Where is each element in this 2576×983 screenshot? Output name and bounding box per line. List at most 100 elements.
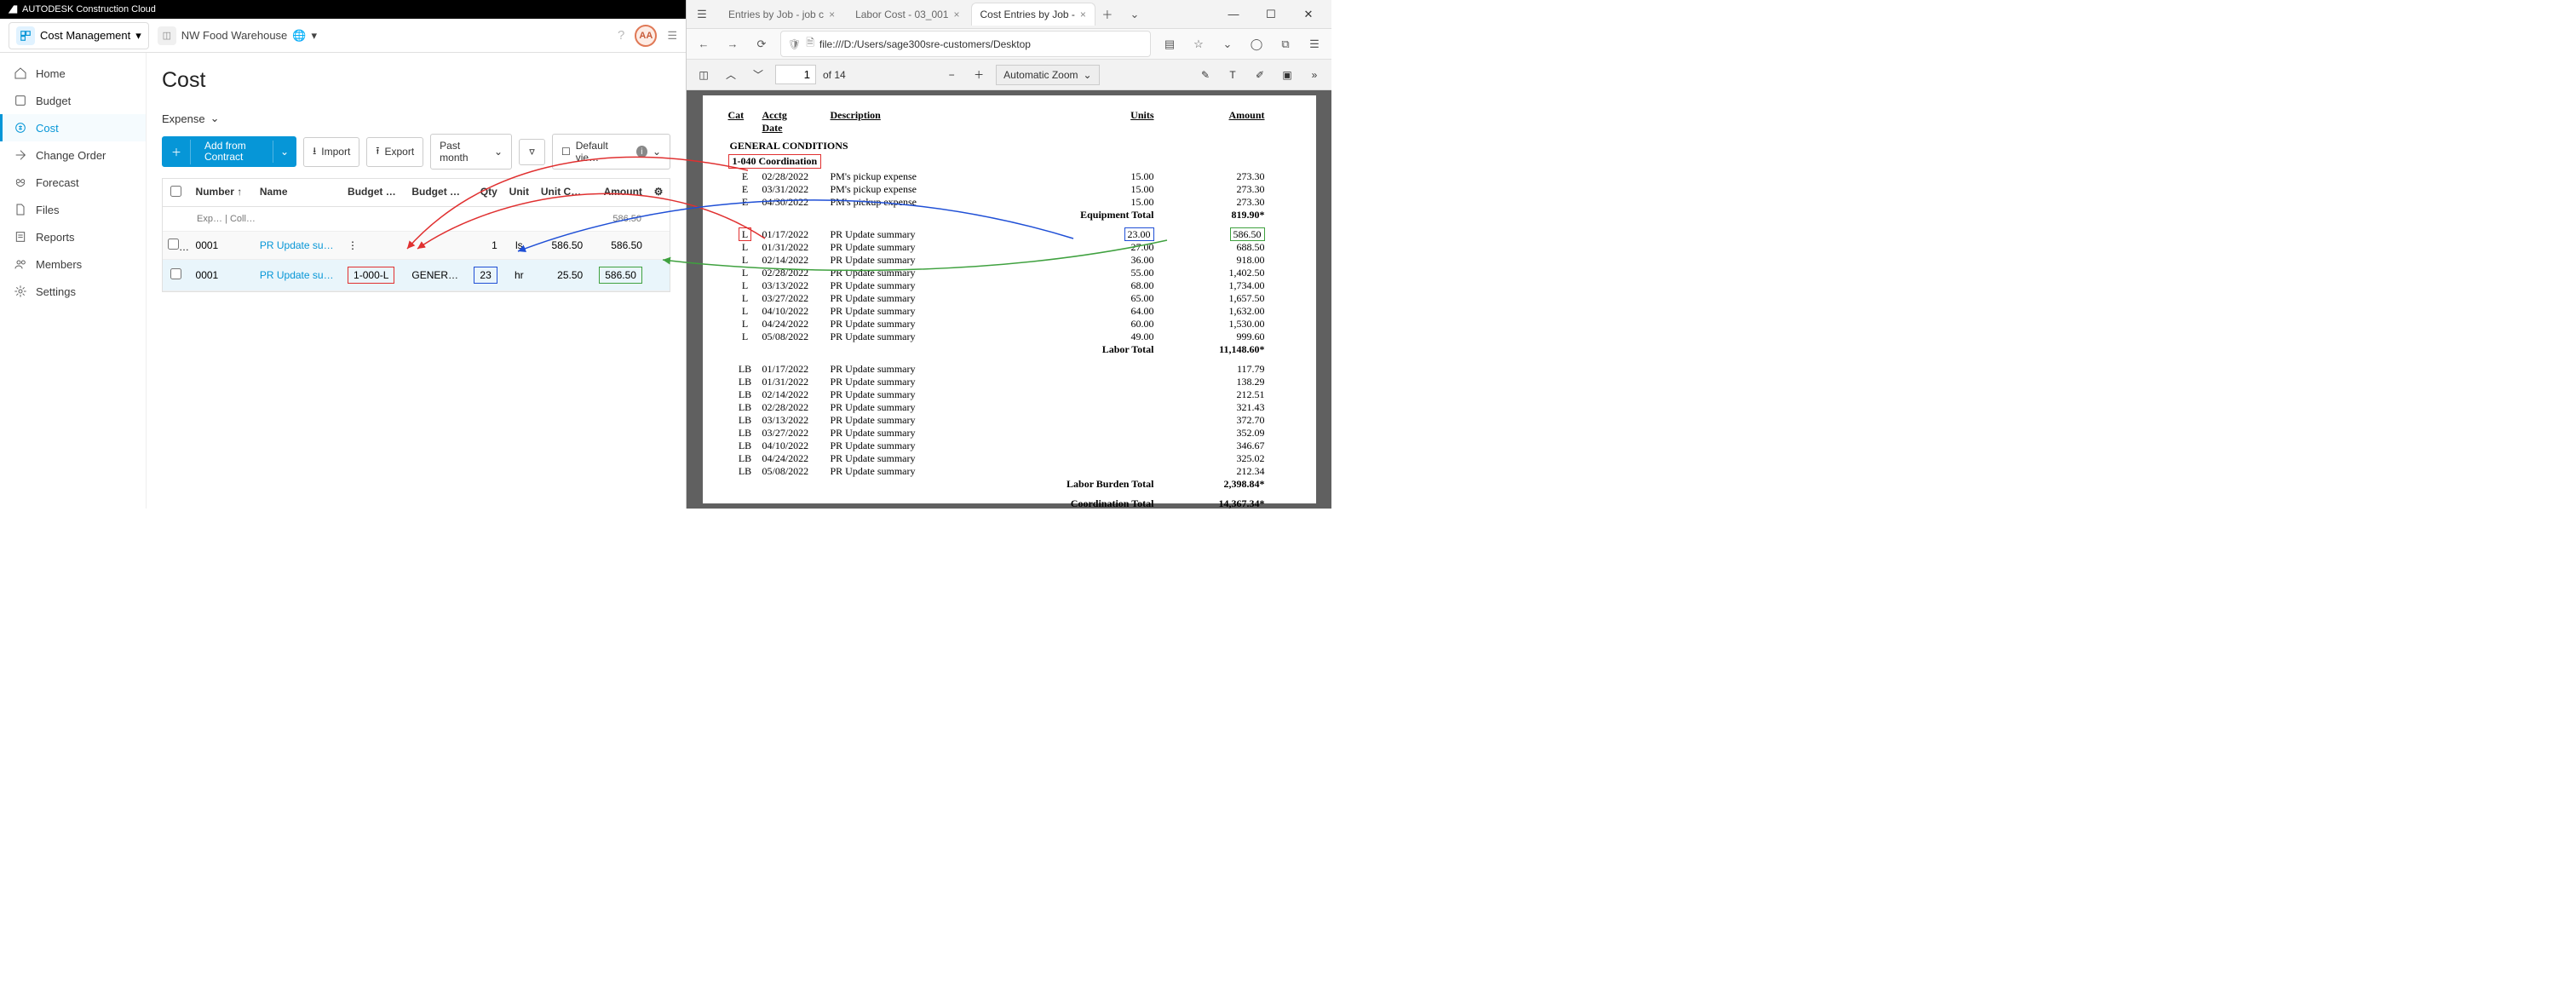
zoom-out-icon[interactable]: − xyxy=(941,65,962,85)
add-from-contract-button[interactable]: ＋ Add from Contract ⌄ xyxy=(162,136,296,167)
sidebar-item-members[interactable]: Members xyxy=(0,250,146,278)
maximize-icon[interactable]: ☐ xyxy=(1253,2,1289,27)
cell-qty: 1 xyxy=(466,233,503,258)
tabs-dropdown-icon[interactable]: ⌄ xyxy=(1124,4,1145,25)
bookmark-icon[interactable]: ☆ xyxy=(1188,34,1209,55)
cell-name[interactable]: PR Update summary xyxy=(255,262,342,288)
labor-total: Labor Total11,148.60* xyxy=(728,343,1291,356)
sort-asc-icon: ↑ xyxy=(237,186,242,198)
pocket-icon[interactable]: ⌄ xyxy=(1217,34,1238,55)
sidebar-item-reports[interactable]: Reports xyxy=(0,223,146,250)
report-row: L03/13/2022PR Update summary68.001,734.0… xyxy=(728,279,1291,292)
filter-button[interactable]: ▿ xyxy=(519,139,545,165)
sidebar-item-files[interactable]: Files xyxy=(0,196,146,223)
back-icon[interactable]: ← xyxy=(693,34,714,55)
col-budget-name[interactable]: Budget Name xyxy=(406,179,466,206)
pdf-viewport[interactable]: Cat AcctgDate Description Units Amount G… xyxy=(687,90,1331,509)
zoom-selector[interactable]: Automatic Zoom⌄ xyxy=(996,65,1099,85)
close-window-icon[interactable]: ✕ xyxy=(1291,2,1326,27)
module-selector[interactable]: Cost Management ▾ xyxy=(9,22,149,49)
row-checkbox[interactable] xyxy=(170,268,181,279)
prev-page-icon[interactable]: ︿ xyxy=(721,65,741,85)
menu-icon[interactable]: ☰ xyxy=(1304,34,1325,55)
col-amount[interactable]: Amount xyxy=(589,179,648,206)
col-unit-cost[interactable]: Unit Cost xyxy=(536,179,589,206)
view-selector[interactable]: ☐Default vie…i⌄ xyxy=(552,134,670,170)
extensions-icon[interactable]: ⧉ xyxy=(1275,34,1296,55)
cell-budget-code: 1-000-L xyxy=(342,260,406,290)
help-icon[interactable]: ? xyxy=(618,28,624,43)
chevron-down-icon: ⌄ xyxy=(1084,69,1092,81)
col-unit[interactable]: Unit xyxy=(503,179,536,206)
add-label: Add from Contract xyxy=(196,137,267,166)
sidebar-item-forecast[interactable]: Forecast xyxy=(0,169,146,196)
pdf-page: Cat AcctgDate Description Units Amount G… xyxy=(703,95,1316,503)
project-chip[interactable]: ◫ NW Food Warehouse 🌐 ▾ xyxy=(158,26,317,45)
table-row[interactable]: ⌄ 0001 PR Update summary ⋮ 1 ls 586.50 5… xyxy=(163,232,670,260)
sidebar-item-changeorder[interactable]: Change Order xyxy=(0,141,146,169)
cell-number: 0001 xyxy=(191,233,255,258)
grid-settings-icon[interactable]: ⚙ xyxy=(648,179,670,206)
report-row: LB02/28/2022PR Update summary321.43 xyxy=(728,401,1291,414)
reader-icon[interactable]: ▤ xyxy=(1159,34,1180,55)
reload-icon[interactable]: ⟳ xyxy=(751,34,772,55)
btn-label: Export xyxy=(384,146,414,158)
image-icon[interactable]: ▣ xyxy=(1277,65,1297,85)
next-page-icon[interactable]: ﹀ xyxy=(748,65,768,85)
sidebar-toggle-icon[interactable]: ☰ xyxy=(692,4,712,25)
cell-unit-cost: 25.50 xyxy=(536,262,589,288)
report-row: E04/30/2022PM's pickup expense15.00273.3… xyxy=(728,196,1291,209)
browser-tab[interactable]: Labor Cost - 03_001× xyxy=(846,3,969,26)
collapse-label[interactable]: Coll… xyxy=(230,214,256,224)
page-input[interactable] xyxy=(775,65,816,84)
export-button[interactable]: ⭱Export xyxy=(366,137,423,167)
draw-icon[interactable]: ✐ xyxy=(1250,65,1270,85)
period-filter[interactable]: Past month⌄ xyxy=(430,134,512,170)
sidebar-item-settings[interactable]: Settings xyxy=(0,278,146,305)
highlight-icon[interactable]: ✎ xyxy=(1195,65,1216,85)
tab-title: Entries by Job - job c xyxy=(728,9,824,20)
col-qty[interactable]: Qty xyxy=(466,179,503,206)
minimize-icon[interactable]: — xyxy=(1216,2,1251,27)
zoom-in-icon[interactable]: ＋ xyxy=(969,65,989,85)
sidebar-item-budget[interactable]: Budget xyxy=(0,87,146,114)
browser-tab[interactable]: Entries by Job - job c × xyxy=(719,3,844,26)
col-budget-code[interactable]: Budget Code xyxy=(342,179,406,206)
close-icon[interactable]: × xyxy=(829,9,835,20)
plus-icon: ＋ xyxy=(163,140,191,164)
browser-tab-active[interactable]: Cost Entries by Job -× xyxy=(971,3,1095,26)
tab-expense[interactable]: Expense ⌄ xyxy=(162,112,670,125)
close-icon[interactable]: × xyxy=(953,9,959,20)
select-all-checkbox[interactable] xyxy=(170,186,181,197)
forward-icon[interactable]: → xyxy=(722,34,743,55)
sidebar-icon[interactable]: ◫ xyxy=(693,65,714,85)
sidebar-label: Members xyxy=(36,258,82,271)
cell-qty: 23 xyxy=(466,260,503,290)
new-tab-icon[interactable]: ＋ xyxy=(1097,4,1118,25)
page-total: of 14 xyxy=(823,69,846,81)
sidebar-item-cost[interactable]: Cost xyxy=(0,114,146,141)
menu-icon[interactable]: ☰ xyxy=(667,29,677,43)
text-icon[interactable]: T xyxy=(1222,65,1243,85)
close-icon[interactable]: × xyxy=(1080,9,1086,20)
report-row: LB02/14/2022PR Update summary212.51 xyxy=(728,388,1291,401)
url-bar[interactable]: 🛡 🗎 file:///D:/Users/sage300sre-customer… xyxy=(780,31,1151,57)
row-checkbox[interactable] xyxy=(168,239,179,250)
brand-bar: AUTODESK Construction Cloud xyxy=(0,0,686,19)
cell-name[interactable]: PR Update summary xyxy=(255,233,342,258)
more-icon[interactable]: ⋮ xyxy=(342,233,406,258)
cell-unit-cost: 586.50 xyxy=(536,233,589,258)
more-tools-icon[interactable]: » xyxy=(1304,65,1325,85)
col-name[interactable]: Name xyxy=(255,179,342,206)
col-number[interactable]: Number ↑ xyxy=(191,179,255,206)
import-button[interactable]: ⭳Import xyxy=(303,137,359,167)
avatar[interactable]: AA xyxy=(635,25,657,47)
account-icon[interactable]: ◯ xyxy=(1246,34,1267,55)
table-row[interactable]: 0001 PR Update summary 1-000-L GENERA… 2… xyxy=(163,260,670,291)
module-icon xyxy=(16,26,35,45)
chevron-down-icon: ⌄ xyxy=(494,146,503,158)
chevron-down-icon: ⌄ xyxy=(653,146,661,158)
expand-label[interactable]: Exp… xyxy=(197,214,222,224)
sidebar-item-home[interactable]: Home xyxy=(0,60,146,87)
file-icon: 🗎 xyxy=(806,35,814,53)
